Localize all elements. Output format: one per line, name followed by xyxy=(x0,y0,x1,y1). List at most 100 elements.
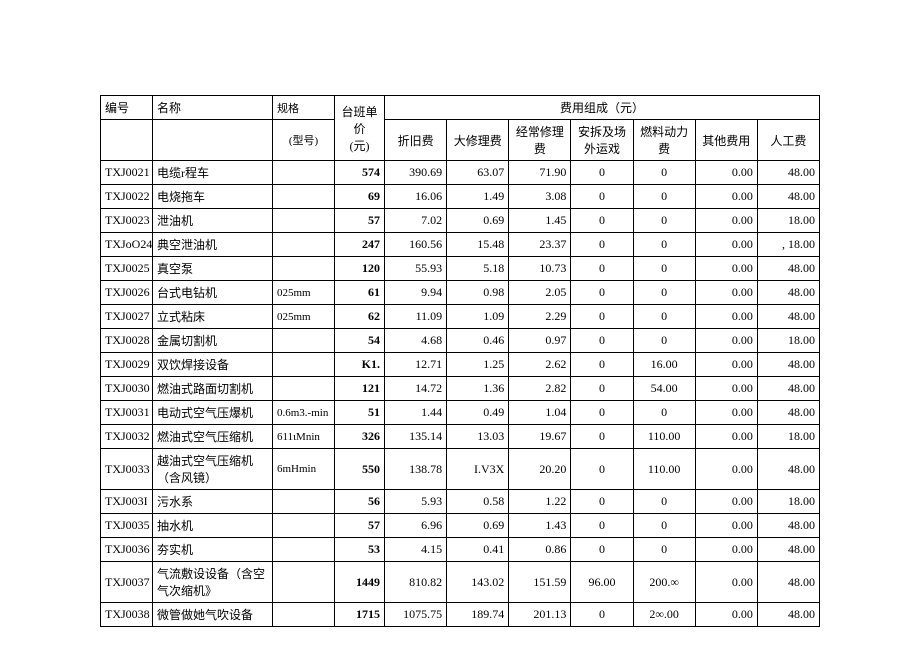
table-row: TXJ0021电缆r程车574390.6963.0771.90000.0048.… xyxy=(101,161,820,185)
cell-id: TXJ0022 xyxy=(101,185,153,209)
cell-f1: 1075.75 xyxy=(385,603,447,627)
cell-f5: 0 xyxy=(633,514,695,538)
cell-id: TXJ0032 xyxy=(101,425,153,449)
cell-spec: 0.6m3.-min xyxy=(273,401,335,425)
cell-f2: 1.49 xyxy=(447,185,509,209)
cell-f5: 0 xyxy=(633,233,695,257)
cell-name: 金属切割机 xyxy=(153,329,273,353)
table-row: TXJ0028金属切割机544.680.460.97000.0018.00 xyxy=(101,329,820,353)
cell-f1: 7.02 xyxy=(385,209,447,233)
cell-id: TXJ0031 xyxy=(101,401,153,425)
cell-id: TXJ0038 xyxy=(101,603,153,627)
cell-f3: 71.90 xyxy=(509,161,571,185)
cell-f6: 0.00 xyxy=(695,538,757,562)
cell-price: 120 xyxy=(335,257,385,281)
cell-f3: 1.04 xyxy=(509,401,571,425)
cell-price: K1. xyxy=(335,353,385,377)
cell-f5: 0 xyxy=(633,305,695,329)
cell-price: 1715 xyxy=(335,603,385,627)
cell-f5: 16.00 xyxy=(633,353,695,377)
cell-f3: 2.29 xyxy=(509,305,571,329)
header-id: 编号 xyxy=(101,96,153,120)
header-name: 名称 xyxy=(153,96,273,120)
cell-f4: 0 xyxy=(571,490,633,514)
cell-f2: 13.03 xyxy=(447,425,509,449)
cell-name: 双饮焊接设备 xyxy=(153,353,273,377)
cell-f2: 0.49 xyxy=(447,401,509,425)
cell-f7: 18.00 xyxy=(757,425,819,449)
cell-id: TXJ0023 xyxy=(101,209,153,233)
cell-f4: 96.00 xyxy=(571,562,633,603)
cell-f6: 0.00 xyxy=(695,281,757,305)
cell-f5: 2∞.00 xyxy=(633,603,695,627)
cell-f6: 0.00 xyxy=(695,425,757,449)
cell-f7: 48.00 xyxy=(757,185,819,209)
header-name-blank xyxy=(153,120,273,161)
cell-id: TXJ0027 xyxy=(101,305,153,329)
cell-name: 燃油式路面切割机 xyxy=(153,377,273,401)
cell-name: 电缆r程车 xyxy=(153,161,273,185)
cell-f2: 1.09 xyxy=(447,305,509,329)
cell-f4: 0 xyxy=(571,257,633,281)
cell-f7: 48.00 xyxy=(757,281,819,305)
header-f2: 大修理费 xyxy=(447,120,509,161)
cell-f2: 0.41 xyxy=(447,538,509,562)
cell-price: 550 xyxy=(335,449,385,490)
table-row: TXJ0023泄油机577.020.691.45000.0018.00 xyxy=(101,209,820,233)
cell-f3: 0.86 xyxy=(509,538,571,562)
cell-f1: 1.44 xyxy=(385,401,447,425)
cell-f6: 0.00 xyxy=(695,490,757,514)
header-f5: 燃料动力费 xyxy=(633,120,695,161)
cell-name: 抽水机 xyxy=(153,514,273,538)
header-f3: 经常修理费 xyxy=(509,120,571,161)
cell-f2: I.V3X xyxy=(447,449,509,490)
cell-f7: 48.00 xyxy=(757,449,819,490)
header-f4: 安拆及场外运戏 xyxy=(571,120,633,161)
table-row: TXJoO24典空泄油机247160.5615.4823.37000.00, 1… xyxy=(101,233,820,257)
cell-f3: 3.08 xyxy=(509,185,571,209)
cell-f5: 0 xyxy=(633,538,695,562)
cell-id: TXJoO24 xyxy=(101,233,153,257)
cell-f7: 18.00 xyxy=(757,209,819,233)
cell-f1: 14.72 xyxy=(385,377,447,401)
cell-f1: 135.14 xyxy=(385,425,447,449)
cell-f1: 16.06 xyxy=(385,185,447,209)
cell-id: TXJ0037 xyxy=(101,562,153,603)
cell-name: 越油式空气压缩机（含风镜） xyxy=(153,449,273,490)
cell-f6: 0.00 xyxy=(695,562,757,603)
cell-f6: 0.00 xyxy=(695,329,757,353)
cell-spec: 6mHmin xyxy=(273,449,335,490)
cell-f6: 0.00 xyxy=(695,353,757,377)
cell-name: 电动式空气压爆机 xyxy=(153,401,273,425)
cell-f4: 0 xyxy=(571,377,633,401)
cell-price: 54 xyxy=(335,329,385,353)
cell-f5: 0 xyxy=(633,281,695,305)
cell-price: 57 xyxy=(335,514,385,538)
cell-f1: 12.71 xyxy=(385,353,447,377)
cell-id: TXJ0033 xyxy=(101,449,153,490)
table-row: TXJ0032燃油式空气压缩机611ιMnin326135.1413.0319.… xyxy=(101,425,820,449)
cell-f7: 48.00 xyxy=(757,353,819,377)
cell-name: 污水系 xyxy=(153,490,273,514)
cell-f1: 4.68 xyxy=(385,329,447,353)
cell-f2: 1.25 xyxy=(447,353,509,377)
cell-f4: 0 xyxy=(571,161,633,185)
cell-price: 574 xyxy=(335,161,385,185)
cell-f1: 138.78 xyxy=(385,449,447,490)
header-price-unit: (元) xyxy=(350,139,370,153)
cell-name: 微管做她气吹设备 xyxy=(153,603,273,627)
cell-name: 真空泵 xyxy=(153,257,273,281)
cell-f6: 0.00 xyxy=(695,305,757,329)
cell-f6: 0.00 xyxy=(695,209,757,233)
cell-f5: 110.00 xyxy=(633,425,695,449)
cell-price: 326 xyxy=(335,425,385,449)
cell-f4: 0 xyxy=(571,209,633,233)
table-row: TXJ0031电动式空气压爆机0.6m3.-min511.440.491.040… xyxy=(101,401,820,425)
cell-f6: 0.00 xyxy=(695,449,757,490)
cell-price: 57 xyxy=(335,209,385,233)
cell-f5: 0 xyxy=(633,209,695,233)
table-row: TXJ0037气流敷设设备（含空气次缩机》1449810.82143.02151… xyxy=(101,562,820,603)
cell-f2: 189.74 xyxy=(447,603,509,627)
cell-f4: 0 xyxy=(571,425,633,449)
cell-f1: 9.94 xyxy=(385,281,447,305)
